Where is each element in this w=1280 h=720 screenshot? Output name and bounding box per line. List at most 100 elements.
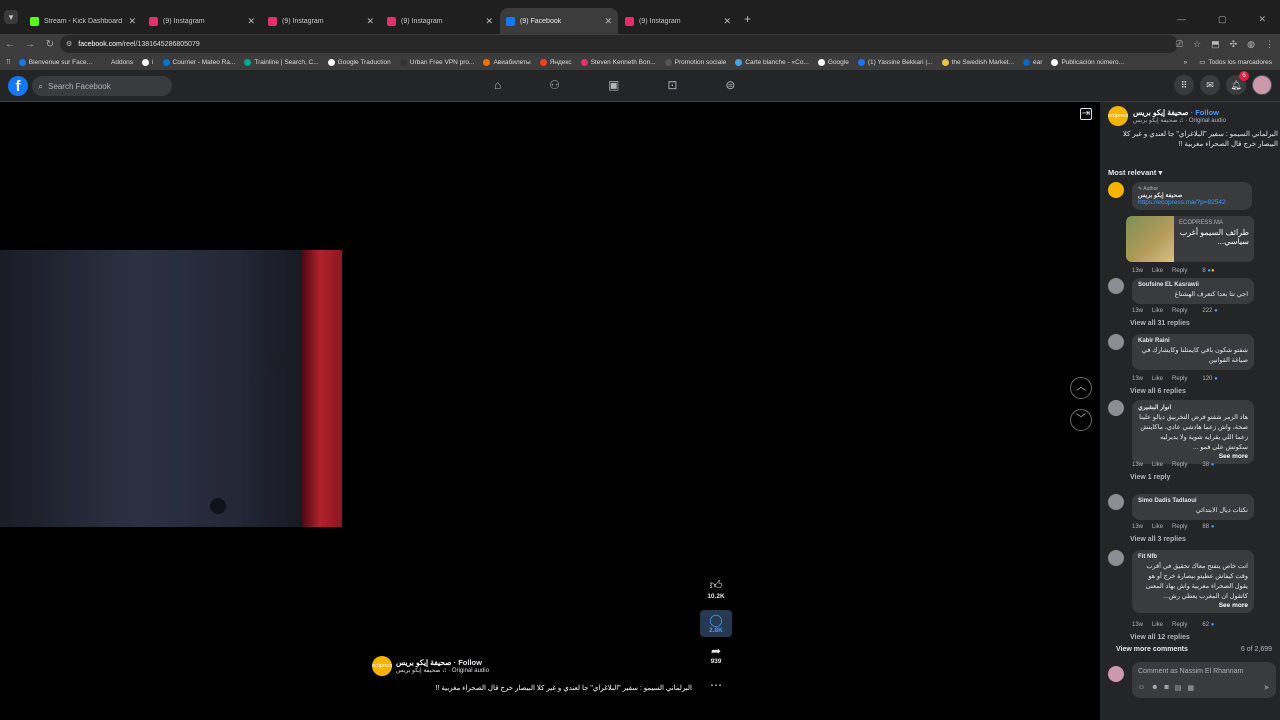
like-action[interactable]: Like xyxy=(1152,622,1163,628)
reply-action[interactable]: Reply xyxy=(1172,308,1187,314)
emoji-icon[interactable]: ☻ xyxy=(1151,684,1158,692)
like-action[interactable]: Like xyxy=(1152,524,1163,530)
bookmark-item[interactable]: Steven Kenneth Bon... xyxy=(580,58,656,66)
gaming-icon[interactable]: ⊜ xyxy=(725,78,735,92)
sort-comments-dropdown[interactable]: Most relevant ▾ xyxy=(1108,168,1162,177)
close-tab-icon[interactable]: ✕ xyxy=(723,16,731,27)
extension-icon[interactable]: ⬒ xyxy=(1211,39,1220,50)
reaction-count[interactable]: 88 ● xyxy=(1202,524,1214,530)
panel-page-name[interactable]: صحيفة إيكو بريس xyxy=(1133,108,1189,117)
maximize-icon[interactable]: ▢ xyxy=(1218,14,1227,25)
marketplace-icon[interactable]: ⊡ xyxy=(667,78,677,92)
new-tab-button[interactable]: + xyxy=(744,12,751,26)
commenter-name[interactable]: Kabir Raini xyxy=(1138,338,1248,344)
puzzle-icon[interactable]: ✣ xyxy=(1230,39,1238,50)
bookmark-item[interactable]: i xyxy=(142,58,154,66)
page-name[interactable]: صحيفة إيكو بريس xyxy=(396,658,452,667)
bookmark-item[interactable]: (1) Yassine Bekkari |... xyxy=(857,58,933,66)
like-action[interactable]: Like xyxy=(1152,268,1163,274)
site-info-icon[interactable]: ⚙ xyxy=(66,40,72,48)
menu-grid-icon[interactable]: ⠿ xyxy=(1174,75,1194,95)
bookmark-item[interactable]: ear xyxy=(1023,58,1042,66)
browser-tab[interactable]: (9) Instagram ✕ xyxy=(381,8,499,34)
reply-action[interactable]: Reply xyxy=(1172,622,1187,628)
browser-tab[interactable]: (9) Instagram ✕ xyxy=(619,8,737,34)
search-input[interactable]: ⌕ Search Facebook xyxy=(32,76,172,96)
bookmark-item[interactable]: Addons xyxy=(101,58,133,66)
view-replies-link[interactable]: View all 6 replies xyxy=(1130,388,1186,395)
all-bookmarks[interactable]: » ▭ Todos los marcadores xyxy=(1184,54,1272,70)
bookmark-item[interactable]: the Swedish Market... xyxy=(941,58,1014,66)
close-window-icon[interactable]: ✕ xyxy=(1258,14,1266,25)
comment-avatar[interactable] xyxy=(1108,494,1124,510)
send-icon[interactable]: ➤ xyxy=(1263,683,1270,692)
reaction-count[interactable]: 38 ● xyxy=(1202,462,1214,468)
close-tab-icon[interactable]: ✕ xyxy=(366,16,374,27)
view-replies-link[interactable]: View all 3 replies xyxy=(1130,536,1186,543)
expand-panel-icon[interactable]: ⇥ xyxy=(1080,108,1092,120)
menu-icon[interactable]: ⋮ xyxy=(1265,39,1274,50)
view-replies-link[interactable]: View all 31 replies xyxy=(1130,320,1190,327)
sticker-icon[interactable]: ▦ xyxy=(1187,684,1194,692)
reaction-count[interactable]: 222 ● xyxy=(1202,308,1217,314)
reply-action[interactable]: Reply xyxy=(1172,268,1187,274)
see-more-link[interactable]: See more xyxy=(1138,602,1248,609)
notifications-icon[interactable]: 🔔︎ 6 xyxy=(1226,71,1249,95)
video-icon[interactable]: ▣ xyxy=(608,78,619,92)
link-preview-card[interactable]: ECOPRESS.MA طرائف السيمو أغرب سياسي... xyxy=(1126,216,1254,262)
more-options-button[interactable]: ⋯ xyxy=(700,678,732,692)
panel-audio-info[interactable]: صحيفة إيكو بريس ♫ · Original audio xyxy=(1133,117,1226,124)
view-more-comments[interactable]: View more comments xyxy=(1116,646,1188,653)
reel-video[interactable] xyxy=(0,250,342,527)
commenter-name[interactable]: Soufsine EL Kasrawii xyxy=(1138,282,1248,288)
bookmark-item[interactable]: Urban Free VPN pro... xyxy=(399,58,474,66)
bookmark-item[interactable]: Google Traduction xyxy=(327,58,391,66)
star-icon[interactable]: ☆ xyxy=(1193,39,1201,50)
commenter-name[interactable]: Fit Nfb xyxy=(1138,554,1248,560)
view-replies-link[interactable]: View all 12 replies xyxy=(1130,634,1190,641)
messenger-icon[interactable]: ✉ xyxy=(1200,75,1220,95)
reply-action[interactable]: Reply xyxy=(1172,524,1187,530)
friends-icon[interactable]: ⚇ xyxy=(549,78,560,92)
bookmark-item[interactable]: Promotion sociale xyxy=(664,58,726,66)
comment-avatar[interactable] xyxy=(1108,550,1124,566)
bookmark-item[interactable]: Google xyxy=(817,58,849,66)
bookmark-item[interactable]: Courrier - Mateo Ra... xyxy=(162,58,235,66)
close-tab-icon[interactable]: ✕ xyxy=(247,16,255,27)
comment-button[interactable]: ◯ 2.8K xyxy=(700,610,732,637)
gif-icon[interactable]: ▤ xyxy=(1175,684,1182,692)
close-tab-icon[interactable]: ✕ xyxy=(485,16,493,27)
address-bar[interactable]: ⚙ facebook.com/reel/1381645286805079 xyxy=(60,35,1178,53)
forward-icon[interactable]: → xyxy=(20,39,40,50)
cast-icon[interactable]: ⎚ xyxy=(1176,39,1183,50)
see-more-link[interactable]: See more xyxy=(1138,453,1248,460)
comment-avatar[interactable] xyxy=(1108,400,1124,416)
like-button[interactable]: 👍︎ 10.2K xyxy=(700,578,732,600)
page-avatar[interactable]: ecopress xyxy=(372,656,392,676)
share-button[interactable]: ➦ 939 xyxy=(700,644,732,665)
browser-tab[interactable]: (9) Instagram ✕ xyxy=(143,8,261,34)
bookmark-item[interactable]: Publicación número... xyxy=(1051,58,1124,66)
browser-tab[interactable]: Stream - Kick Dashboard ✕ xyxy=(24,8,142,34)
commenter-name[interactable]: انوار البشيري xyxy=(1138,404,1248,411)
minimize-icon[interactable]: — xyxy=(1177,14,1186,25)
commenter-name[interactable]: صحيفة إيكو بريس xyxy=(1138,192,1246,199)
next-reel-icon[interactable]: ﹀ xyxy=(1070,409,1092,431)
tab-search-icon[interactable]: ▾ xyxy=(4,10,18,24)
reaction-count[interactable]: 120 ● xyxy=(1202,376,1217,382)
browser-tab[interactable]: (9) Facebook ✕ xyxy=(500,8,618,34)
reply-action[interactable]: Reply xyxy=(1172,462,1187,468)
reaction-count[interactable]: 8 ●● xyxy=(1202,268,1214,274)
facebook-logo[interactable]: f xyxy=(8,76,28,96)
bookmark-item[interactable]: Trainline | Search, C... xyxy=(244,58,319,66)
comment-avatar[interactable] xyxy=(1108,278,1124,294)
bookmark-item[interactable]: Яндекс xyxy=(539,58,572,66)
author-link[interactable]: https://ecopress.ma/?p=92542 xyxy=(1138,199,1246,206)
comment-avatar[interactable] xyxy=(1108,182,1124,198)
previous-reel-icon[interactable]: ︿ xyxy=(1070,377,1092,399)
home-icon[interactable]: ⌂ xyxy=(494,78,501,92)
back-icon[interactable]: ← xyxy=(0,39,20,50)
comment-input[interactable]: Comment as Nassim El Rhannam ☺ ☻ ◙ ▤ ▦ ➤ xyxy=(1132,662,1276,698)
view-replies-link[interactable]: View 1 reply xyxy=(1130,474,1170,481)
bookmark-item[interactable]: Bienvenue sur Face... xyxy=(18,58,92,66)
